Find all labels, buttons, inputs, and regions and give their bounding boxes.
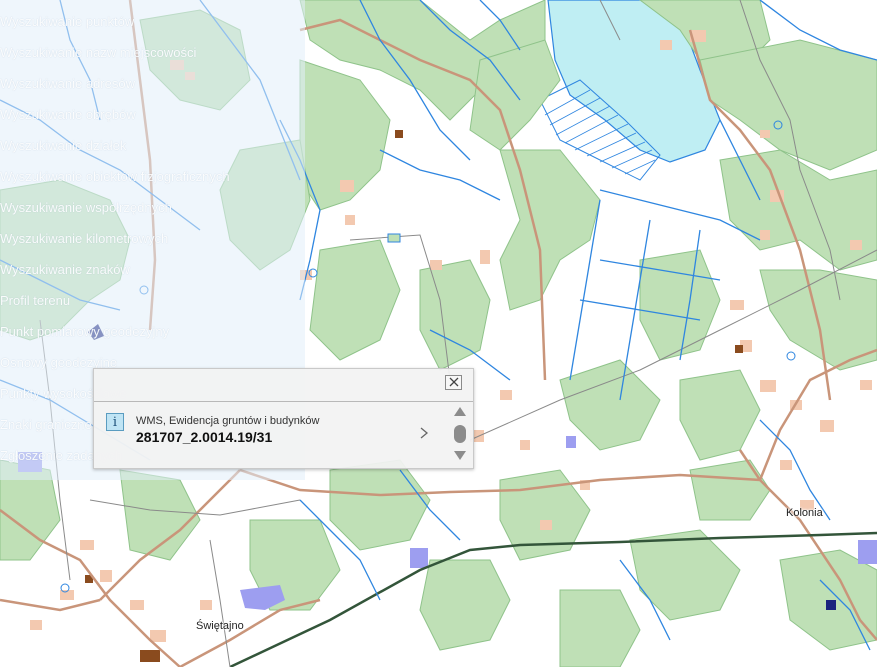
building <box>130 600 144 610</box>
menu-item[interactable]: Wyszukiwanie współrzędnych <box>0 200 172 215</box>
menu-item[interactable]: Profil terenu <box>0 293 70 308</box>
chevron-right-icon[interactable] <box>418 425 430 441</box>
feature-id[interactable]: 281707_2.0014.19/31 <box>136 429 272 445</box>
building <box>660 40 672 50</box>
industrial-area <box>566 436 576 448</box>
layer-name: WMS, Ewidencja gruntów i budynków <box>136 415 320 427</box>
feature-info-popup: i WMS, Ewidencja gruntów i budynków 2817… <box>93 368 474 469</box>
building <box>760 380 776 392</box>
place-label-swietajno: Świętajno <box>196 620 244 632</box>
popup-header <box>94 369 473 402</box>
industrial-area <box>858 540 877 564</box>
menu-item[interactable]: Wyszukiwanie obrębów <box>0 107 136 122</box>
building <box>760 130 770 138</box>
building <box>500 390 512 400</box>
building <box>540 520 552 530</box>
map-symbol <box>387 233 401 243</box>
close-button[interactable] <box>445 375 462 390</box>
building <box>480 250 490 264</box>
building <box>780 460 792 470</box>
building <box>150 630 166 642</box>
map-symbol <box>826 600 836 610</box>
building <box>520 440 530 450</box>
menu-item[interactable]: Wyszukiwanie znaków <box>0 262 130 277</box>
scrollbar-thumb[interactable] <box>454 425 466 443</box>
building <box>760 230 770 240</box>
scroll-up-arrow-icon[interactable] <box>453 406 467 418</box>
menu-item[interactable]: Wyszukiwanie nazw miejscowości <box>0 45 196 60</box>
menu-item[interactable]: Wyszukiwanie kilometrowych <box>0 231 168 246</box>
place-label-kolonia: Kolonia <box>786 507 823 519</box>
close-icon <box>449 377 459 387</box>
building <box>430 260 442 270</box>
building <box>100 570 112 582</box>
building <box>340 180 354 192</box>
menu-item[interactable]: Punkt pomiarowy geodezyjny <box>0 324 169 339</box>
building <box>820 420 834 432</box>
building <box>730 300 744 310</box>
building <box>30 620 42 630</box>
building <box>200 600 212 610</box>
building <box>80 540 94 550</box>
menu-item[interactable]: Wyszukiwanie działek <box>0 138 126 153</box>
building <box>850 240 862 250</box>
building <box>860 380 872 390</box>
dark-building <box>395 130 403 138</box>
menu-item[interactable]: Wyszukiwanie obiektów fizjograficznych <box>0 169 230 184</box>
menu-item[interactable]: Wyszukiwanie punktów <box>0 14 134 29</box>
building <box>345 215 355 225</box>
dark-building <box>140 650 160 662</box>
menu-item[interactable]: Wyszukiwanie adresów <box>0 76 135 91</box>
info-icon: i <box>106 413 124 431</box>
industrial-area <box>410 548 428 568</box>
menu-item[interactable]: Znaki graniczne <box>0 417 92 432</box>
scroll-down-arrow-icon[interactable] <box>453 449 467 461</box>
dark-building <box>735 345 743 353</box>
